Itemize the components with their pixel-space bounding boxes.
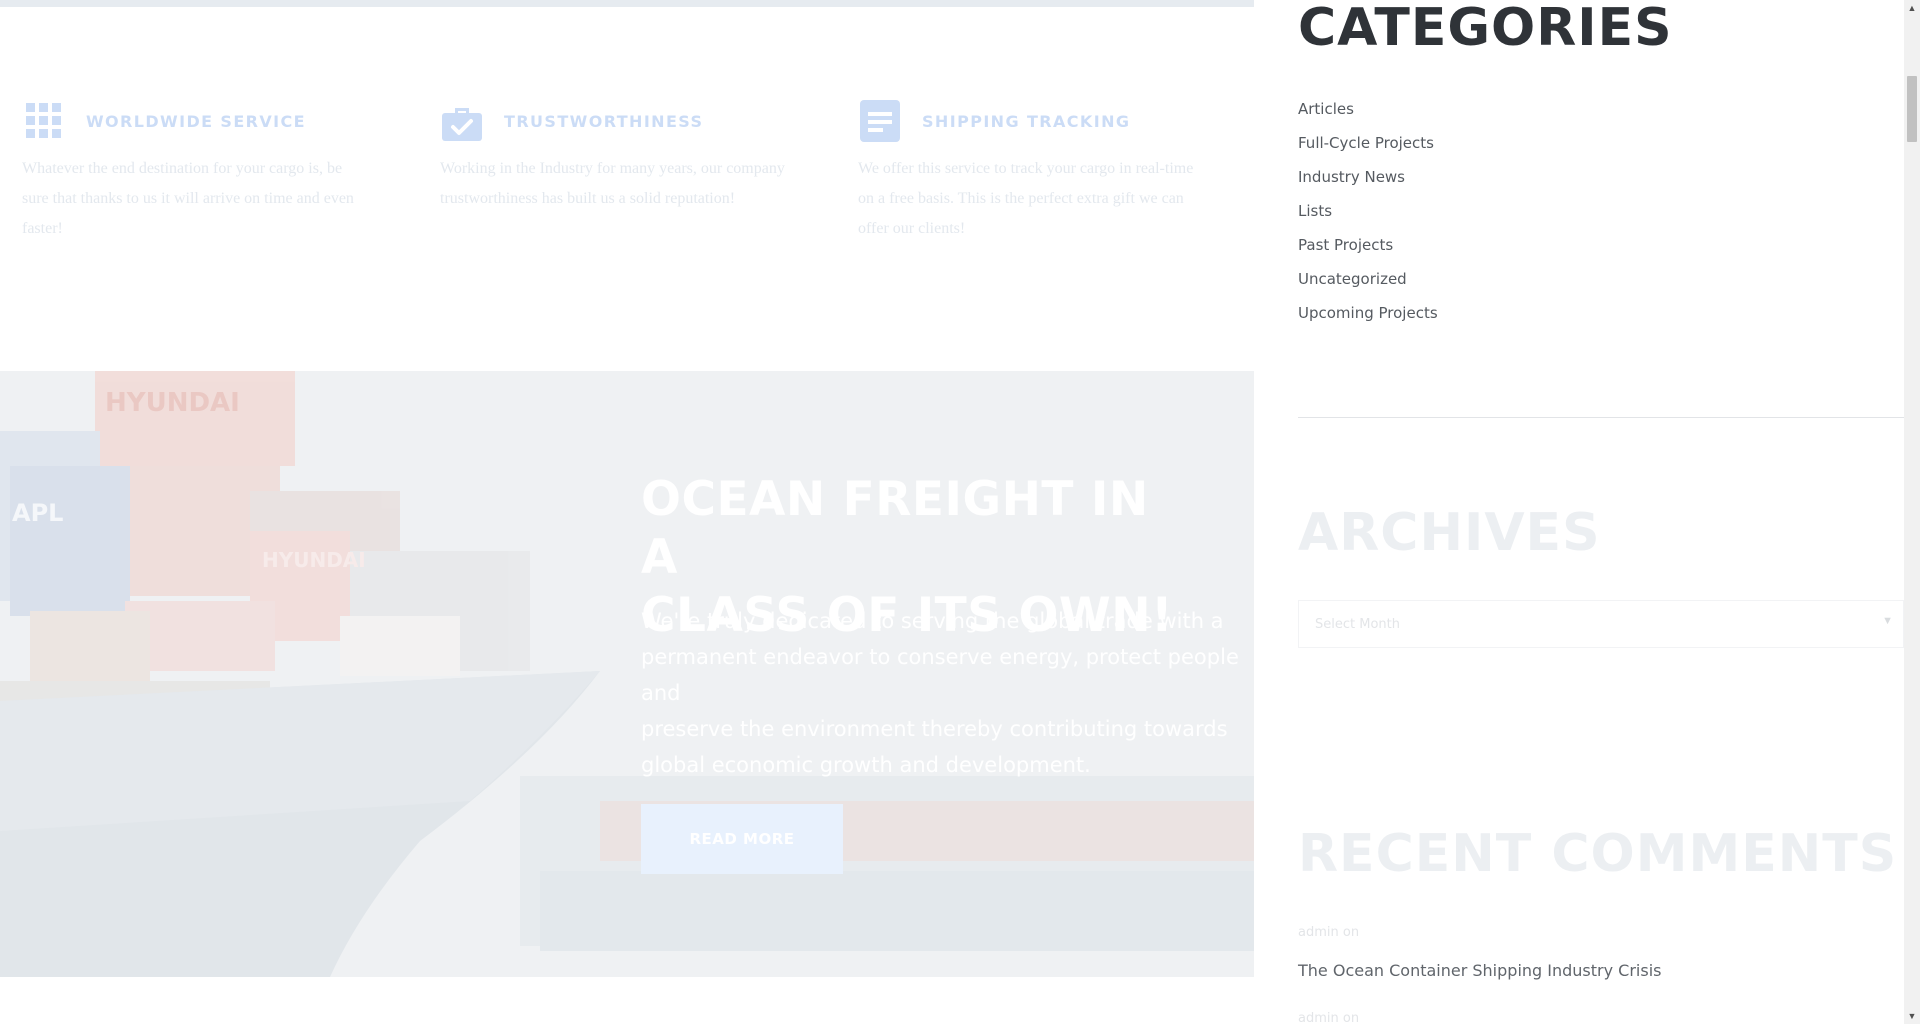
archives-title: ARCHIVES	[1298, 503, 1601, 563]
categories-list: Articles Full-Cycle Projects Industry Ne…	[1298, 96, 1438, 334]
comment-author: admin on	[1298, 925, 1360, 940]
scrollbar-thumb[interactable]	[1907, 76, 1917, 142]
chevron-down-icon: ▼	[1882, 615, 1893, 627]
categories-title: CATEGORIES	[1298, 0, 1673, 58]
hero-text: We're truly dedicated to serving the glo…	[641, 609, 1239, 777]
feature-text: We offer this service to track your carg…	[858, 160, 1194, 237]
category-link-industry-news[interactable]: Industry News	[1298, 164, 1438, 198]
divider	[1298, 417, 1904, 418]
comment-post-link[interactable]: The Ocean Container Shipping Industry Cr…	[1298, 961, 1661, 980]
feature-text: Whatever the end destination for your ca…	[22, 160, 354, 237]
feature-title: TRUSTWORTHINESS	[504, 111, 704, 131]
document-icon	[858, 99, 902, 143]
grid-icon	[22, 99, 66, 143]
container-brand-text: APL	[12, 499, 63, 527]
category-link-articles[interactable]: Articles	[1298, 96, 1438, 130]
container-brand-text: HYUNDAI	[105, 388, 240, 418]
scroll-down-arrow-icon[interactable]: ▼	[1904, 1008, 1920, 1024]
category-link-full-cycle-projects[interactable]: Full-Cycle Projects	[1298, 130, 1438, 164]
briefcase-check-icon	[440, 99, 484, 143]
recent-comments-title: RECENT COMMENTS	[1298, 824, 1898, 884]
comment-author: admin on	[1298, 1011, 1360, 1024]
category-link-upcoming-projects[interactable]: Upcoming Projects	[1298, 300, 1438, 334]
feature-text: Working in the Industry for many years, …	[440, 160, 785, 207]
hero-banner: HYUNDAI APL HYUNDAI OCEAN FREIGHT IN A C…	[0, 371, 1254, 977]
scrollbar[interactable]: ▲ ▼	[1904, 0, 1920, 1024]
feature-shipping-tracking: SHIPPING TRACKING We offer this service …	[858, 98, 1238, 244]
container-brand-text: HYUNDAI	[262, 548, 366, 572]
page-background: WORLDWIDE SERVICE Whatever the end desti…	[0, 0, 1254, 1024]
read-more-button[interactable]: READ MORE	[641, 804, 843, 874]
feature-trustworthiness: TRUSTWORTHINESS Working in the Industry …	[440, 98, 820, 214]
archives-select-value: Select Month	[1315, 617, 1400, 632]
top-strip	[0, 0, 1254, 7]
sidebar-panel: CATEGORIES Articles Full-Cycle Projects …	[1254, 0, 1904, 1024]
scroll-up-arrow-icon[interactable]: ▲	[1904, 0, 1920, 16]
archives-month-select[interactable]: Select Month ▼	[1298, 600, 1904, 648]
category-link-past-projects[interactable]: Past Projects	[1298, 232, 1438, 266]
feature-worldwide-service: WORLDWIDE SERVICE Whatever the end desti…	[22, 98, 402, 244]
category-link-lists[interactable]: Lists	[1298, 198, 1438, 232]
feature-title: WORLDWIDE SERVICE	[86, 111, 307, 131]
category-link-uncategorized[interactable]: Uncategorized	[1298, 266, 1438, 300]
feature-title: SHIPPING TRACKING	[922, 111, 1131, 131]
